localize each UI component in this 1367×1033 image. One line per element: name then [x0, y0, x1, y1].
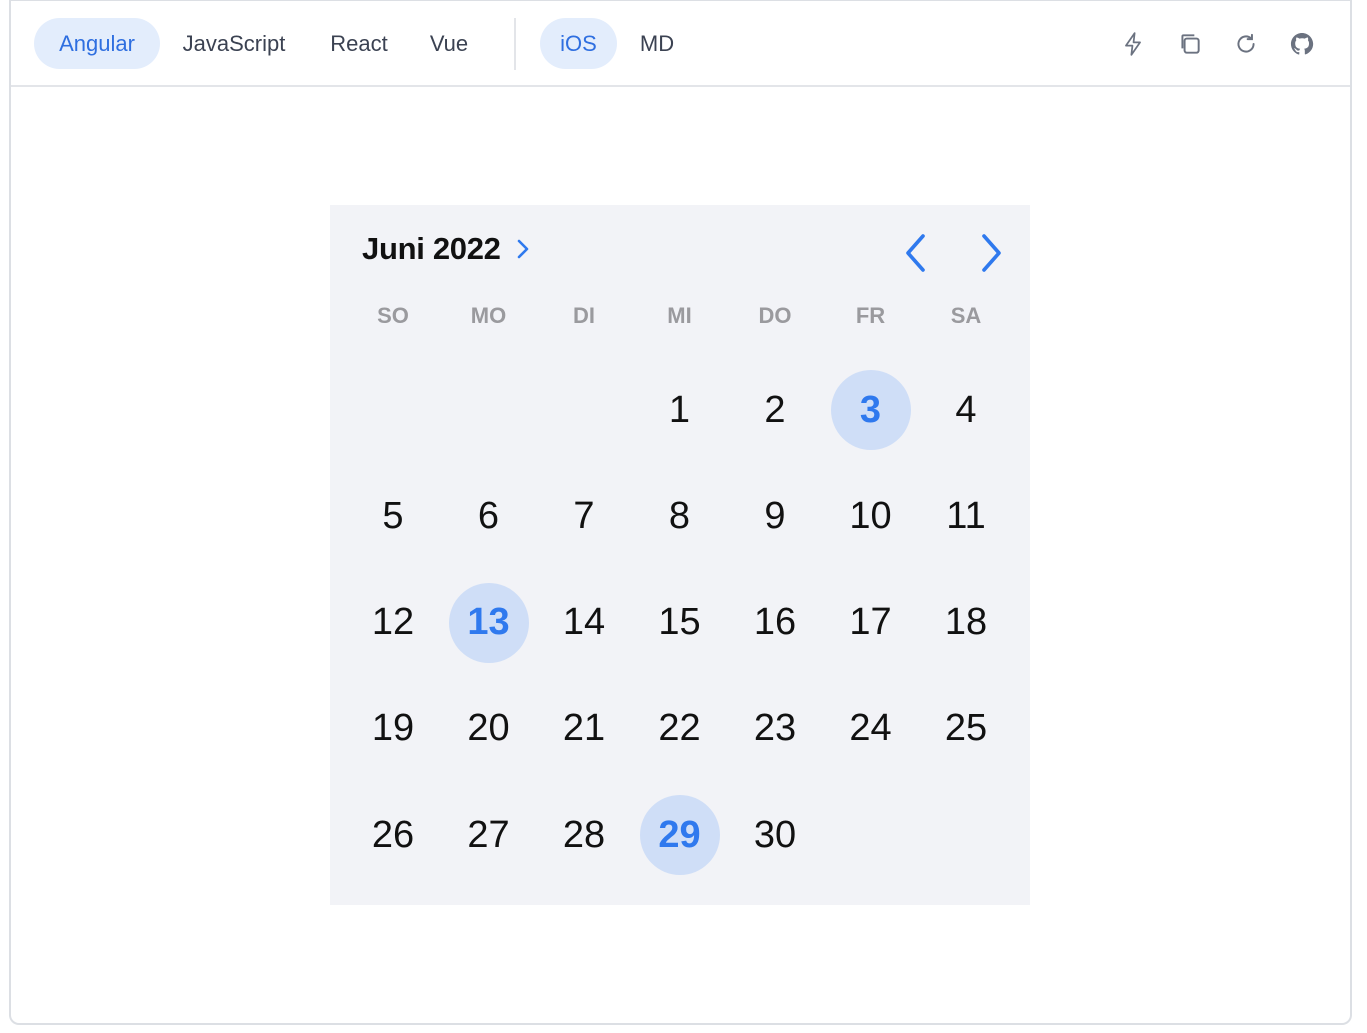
calendar-day[interactable]: 24 — [831, 689, 911, 769]
calendar-day[interactable]: 14 — [544, 583, 624, 663]
weekday-label: DI — [573, 303, 595, 328]
chevron-left-icon — [906, 234, 925, 272]
tab-angular[interactable]: Angular — [34, 18, 160, 69]
calendar-day[interactable]: 29 — [639, 795, 720, 876]
weekday-label: SO — [377, 303, 409, 328]
weekday-label: FR — [855, 303, 886, 328]
calendar-day[interactable]: 8 — [640, 476, 720, 556]
lightning-icon[interactable] — [1118, 29, 1148, 59]
next-month-button[interactable] — [971, 231, 1011, 275]
tab-react[interactable]: React — [314, 18, 404, 69]
calendar-day[interactable]: 26 — [353, 795, 433, 875]
calendar-day[interactable]: 17 — [831, 583, 911, 663]
calendar-day[interactable]: 10 — [831, 476, 911, 556]
toolbar-divider — [514, 18, 516, 70]
datetime-calendar: Juni 2022 SO MO DI MI DO FR SA 1 2 3 4 5 6 7 8 9 10 11 12… — [330, 205, 1030, 905]
chevron-right-icon — [982, 234, 1001, 272]
calendar-day[interactable]: 11 — [926, 476, 1006, 556]
calendar-day[interactable]: 2 — [735, 370, 815, 450]
weekday-label: MI — [667, 303, 692, 328]
refresh-icon[interactable] — [1231, 29, 1261, 59]
calendar-day[interactable]: 23 — [735, 689, 815, 769]
calendar-day[interactable]: 5 — [353, 476, 433, 556]
calendar-day[interactable]: 22 — [640, 689, 720, 769]
calendar-day[interactable]: 25 — [926, 689, 1006, 769]
calendar-day[interactable]: 7 — [544, 476, 624, 556]
month-year-label: Juni 2022 — [362, 231, 501, 266]
calendar-day[interactable]: 3 — [830, 370, 911, 450]
calendar-day[interactable]: 30 — [735, 795, 815, 875]
copy-icon[interactable] — [1175, 29, 1205, 59]
calendar-day[interactable]: 12 — [353, 583, 433, 663]
toolbar: Angular JavaScript React Vue iOS MD — [11, 2, 1350, 87]
calendar-day[interactable]: 13 — [448, 582, 529, 663]
weekday-label: MO — [470, 303, 507, 328]
calendar-day[interactable]: 16 — [735, 583, 815, 663]
weekday-label: DO — [758, 303, 792, 328]
tab-vue[interactable]: Vue — [414, 18, 484, 69]
calendar-day[interactable]: 20 — [449, 689, 529, 769]
chevron-right-icon — [517, 239, 528, 259]
month-year-button[interactable]: Juni 2022 — [362, 229, 531, 269]
calendar-day[interactable]: 27 — [449, 795, 529, 875]
tab-md[interactable]: MD — [627, 18, 687, 69]
previous-month-button[interactable] — [896, 231, 936, 275]
calendar-day[interactable]: 4 — [926, 370, 1006, 450]
calendar-day[interactable]: 9 — [735, 476, 815, 556]
tab-javascript[interactable]: JavaScript — [171, 18, 297, 69]
calendar-day[interactable]: 15 — [640, 583, 720, 663]
calendar-day[interactable]: 18 — [926, 583, 1006, 663]
calendar-day[interactable]: 1 — [640, 370, 720, 450]
calendar-day[interactable]: 28 — [544, 795, 624, 875]
calendar-day[interactable]: 21 — [544, 689, 624, 769]
tab-ios[interactable]: iOS — [540, 18, 617, 69]
calendar-day[interactable]: 19 — [353, 689, 433, 769]
calendar-day[interactable]: 6 — [449, 476, 529, 556]
weekday-label: SA — [950, 303, 982, 328]
github-icon[interactable] — [1287, 29, 1317, 59]
